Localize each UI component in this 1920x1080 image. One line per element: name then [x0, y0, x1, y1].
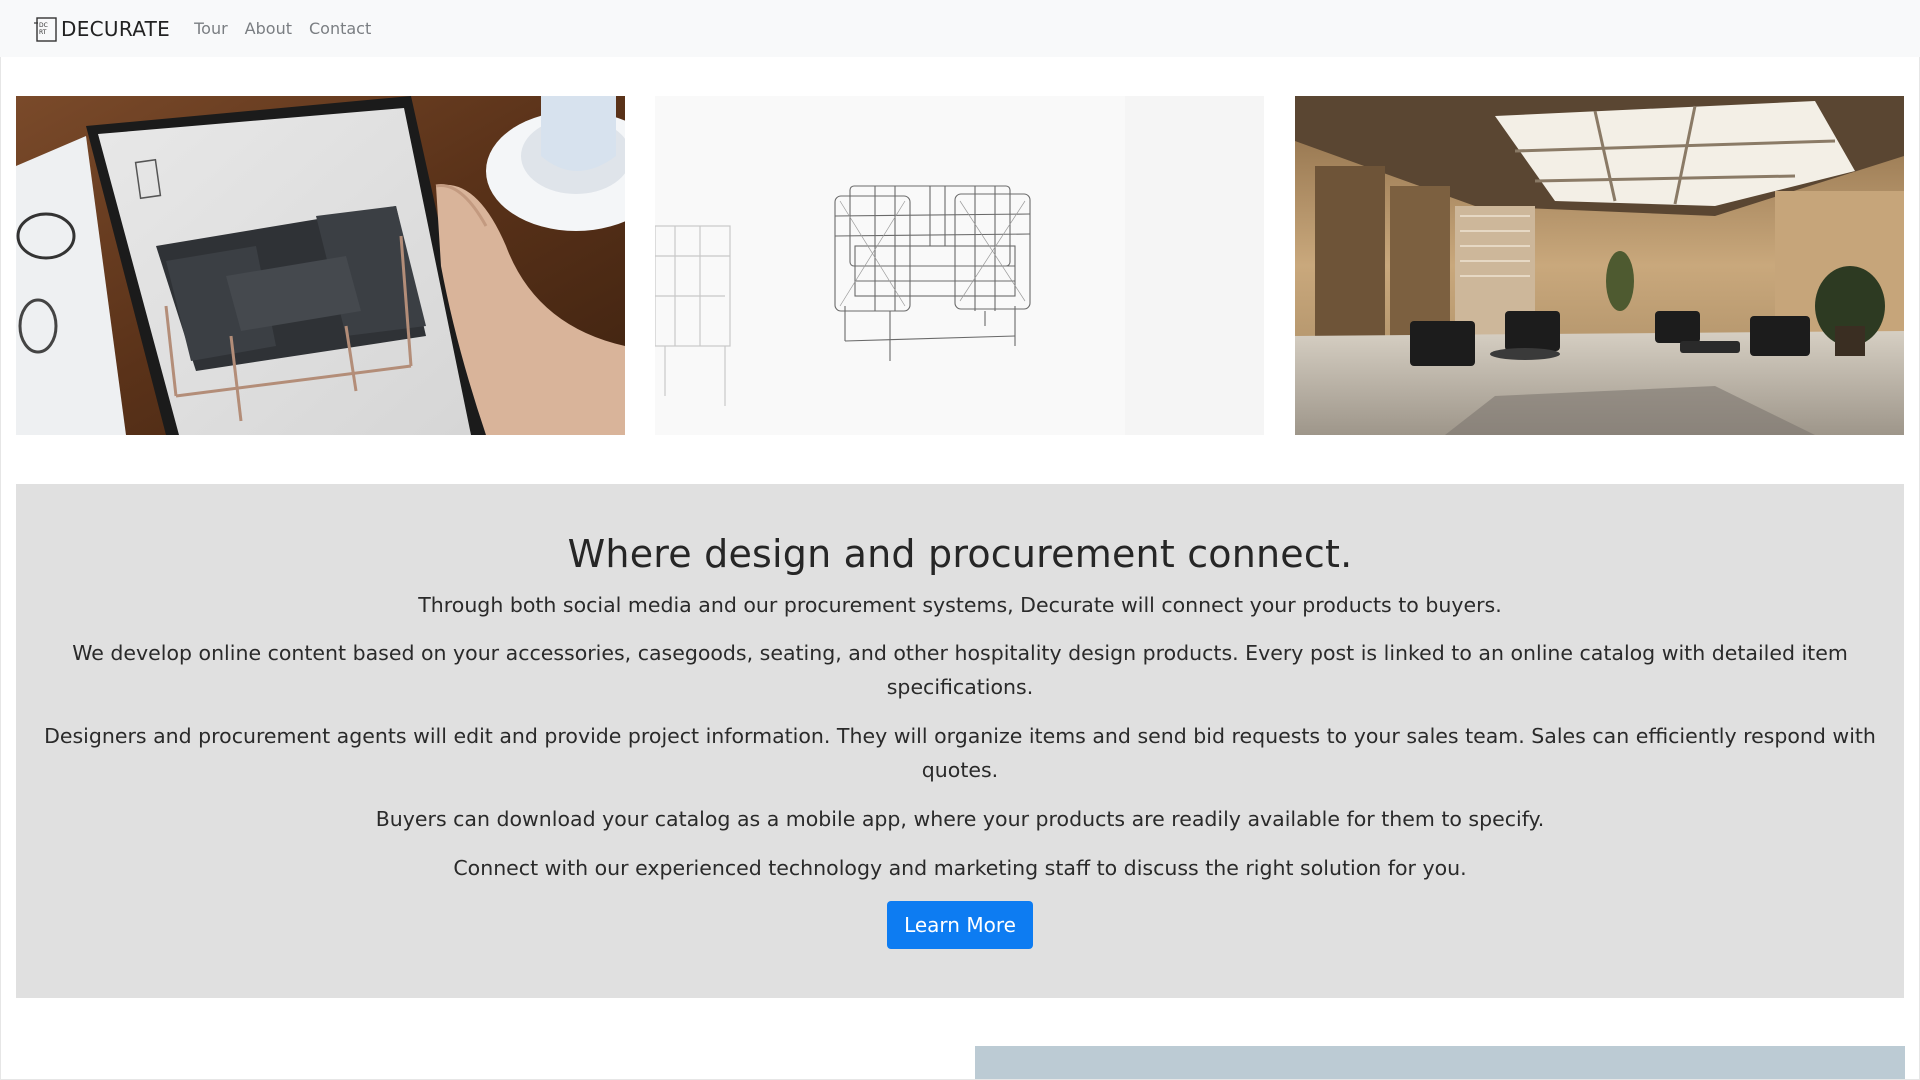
hero-jumbotron: Where design and procurement connect. Th…: [16, 484, 1904, 998]
hero-paragraph: Connect with our experienced technology …: [453, 855, 1467, 880]
top-navbar: DC RT DECURATE Tour About Contact: [0, 0, 1920, 57]
nav-link-tour[interactable]: Tour: [194, 19, 228, 38]
next-section-image: [975, 1046, 1905, 1080]
svg-text:DC: DC: [39, 22, 48, 29]
hero-paragraph: We develop online content based on your …: [72, 640, 1848, 699]
armchair-wireframe-render: [655, 96, 1264, 435]
page-border: [0, 57, 1, 1080]
hotel-lobby-render: [1295, 96, 1904, 435]
brand-name: DECURATE: [61, 16, 171, 41]
hero-paragraph: Through both social media and our procur…: [418, 592, 1502, 617]
hero-headline: Where design and procurement connect.: [567, 532, 1353, 576]
svg-text:RT: RT: [39, 29, 47, 36]
nav-link-about[interactable]: About: [245, 19, 292, 38]
hero-paragraph: Designers and procurement agents will ed…: [44, 723, 1876, 782]
tablet-ar-armchair-photo: [16, 96, 625, 435]
nav-links: Tour About Contact: [194, 19, 388, 38]
nav-link-contact[interactable]: Contact: [309, 19, 371, 38]
brand-link[interactable]: DC RT DECURATE: [33, 16, 170, 42]
hero-paragraph: Buyers can download your catalog as a mo…: [375, 806, 1545, 831]
learn-more-button[interactable]: Learn More: [887, 900, 1033, 949]
decurate-logo-icon: DC RT: [34, 16, 57, 42]
